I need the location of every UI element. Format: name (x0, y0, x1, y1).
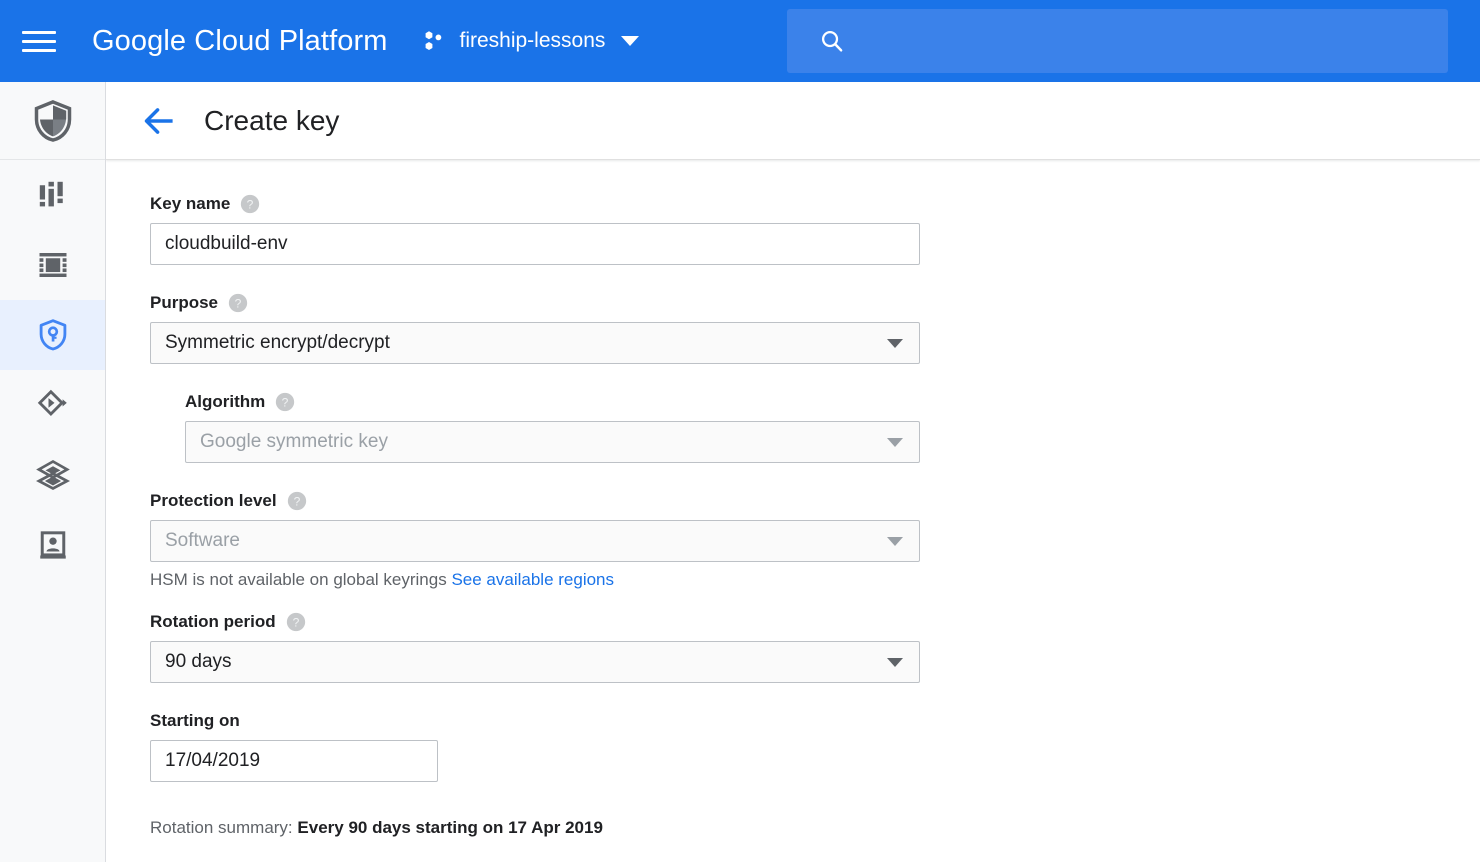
key-name-label: Key name (150, 194, 230, 214)
search-icon (819, 28, 845, 54)
starting-on-label-row: Starting on (150, 711, 1480, 731)
search-bar[interactable] (787, 9, 1448, 73)
hsm-availability-note: HSM is not available on global keyrings … (150, 570, 1480, 590)
rotation-period-select[interactable]: 90 days (150, 641, 920, 683)
algorithm-label-row: Algorithm ? (185, 392, 1480, 412)
security-section-header[interactable] (0, 82, 105, 160)
help-circle-icon[interactable]: ? (275, 392, 295, 412)
protection-level-selected-value: Software (151, 530, 240, 552)
rotation-summary-label: Rotation summary: (150, 818, 293, 837)
hamburger-menu-icon[interactable] (8, 0, 70, 82)
protection-level-select: Software (150, 520, 920, 562)
purpose-label: Purpose (150, 293, 218, 313)
protection-level-label-row: Protection level ? (150, 491, 1480, 511)
svg-text:?: ? (293, 494, 300, 508)
hamburger-bars (22, 25, 56, 58)
layers-icon (35, 457, 71, 493)
rotation-summary-value: Every 90 days starting on 17 Apr 2019 (297, 818, 603, 837)
algorithm-selected-value: Google symmetric key (186, 431, 388, 453)
rotation-period-label: Rotation period (150, 612, 276, 632)
search-input[interactable] (863, 29, 1428, 53)
spacer (150, 463, 1480, 491)
sidebar-item-security-command-center[interactable] (0, 160, 105, 230)
product-nav-rail (0, 82, 106, 862)
protection-level-label: Protection level (150, 491, 277, 511)
purpose-label-row: Purpose ? (150, 293, 1480, 313)
project-dots-icon (423, 29, 447, 53)
hamburger-bar (22, 40, 56, 43)
hamburger-bar (22, 31, 56, 34)
see-available-regions-link[interactable]: See available regions (451, 570, 614, 589)
help-circle-icon[interactable]: ? (228, 293, 248, 313)
spacer (150, 364, 1480, 392)
scan-asset-icon (35, 247, 71, 283)
purpose-select[interactable]: Symmetric encrypt/decrypt (150, 322, 920, 364)
field-rotation-period: Rotation period ? 90 days (150, 612, 1480, 683)
sidebar-item-security-scanner[interactable] (0, 230, 105, 300)
help-circle-icon[interactable]: ? (287, 491, 307, 511)
identity-card-icon (36, 528, 70, 562)
algorithm-select: Google symmetric key (185, 421, 920, 463)
field-algorithm: Algorithm ? Google symmetric key (185, 392, 1480, 463)
data-loss-prevention-icon (35, 387, 71, 423)
field-purpose: Purpose ? Symmetric encrypt/decrypt (150, 293, 1480, 364)
field-starting-on: Starting on (150, 711, 1480, 782)
svg-text:?: ? (235, 296, 242, 310)
field-key-name: Key name ? (150, 194, 1480, 265)
security-shield-icon (31, 99, 75, 143)
dashboard-chart-icon (35, 177, 71, 213)
spacer (150, 265, 1480, 293)
sidebar-item-cryptographic-keys[interactable] (0, 300, 105, 370)
key-shield-icon (36, 318, 70, 352)
rotation-period-selected-value: 90 days (151, 651, 232, 673)
svg-text:?: ? (282, 395, 289, 409)
purpose-selected-value: Symmetric encrypt/decrypt (151, 332, 390, 354)
sidebar-item-identity-platform[interactable] (0, 510, 105, 580)
dropdown-caret-icon (887, 658, 903, 667)
starting-on-label: Starting on (150, 711, 240, 731)
create-key-form: Key name ? Purpose ? Symmetric encrypt/d… (106, 160, 1480, 838)
chevron-down-icon (621, 36, 639, 46)
brand-title[interactable]: Google Cloud Platform (92, 25, 387, 58)
main-content: Create key Key name ? Purpose ? (106, 82, 1480, 862)
algorithm-label: Algorithm (185, 392, 265, 412)
svg-text:?: ? (292, 615, 299, 629)
hamburger-bar (22, 49, 56, 52)
help-circle-icon[interactable]: ? (240, 194, 260, 214)
rotation-summary: Rotation summary: Every 90 days starting… (150, 818, 1480, 838)
top-app-bar: Google Cloud Platform fireship-lessons (0, 0, 1480, 82)
hsm-note-text: HSM is not available on global keyrings (150, 570, 447, 589)
rotation-period-label-row: Rotation period ? (150, 612, 1480, 632)
dropdown-caret-icon (887, 339, 903, 348)
svg-text:?: ? (247, 197, 254, 211)
key-name-label-row: Key name ? (150, 194, 1480, 214)
page-title: Create key (204, 105, 339, 137)
key-name-input[interactable] (150, 223, 920, 265)
sidebar-item-data-loss-prevention[interactable] (0, 370, 105, 440)
back-arrow-icon[interactable] (142, 103, 178, 139)
field-protection-level: Protection level ? Software HSM is not a… (150, 491, 1480, 590)
starting-on-input[interactable] (150, 740, 438, 782)
sidebar-item-beyondcorp-layers[interactable] (0, 440, 105, 510)
dropdown-caret-icon (887, 438, 903, 447)
spacer (150, 683, 1480, 711)
page-header-bar: Create key (106, 82, 1480, 160)
project-selector[interactable]: fireship-lessons (423, 16, 639, 66)
spacer (150, 590, 1480, 612)
dropdown-caret-icon (887, 537, 903, 546)
project-name-label: fireship-lessons (459, 29, 605, 53)
help-circle-icon[interactable]: ? (286, 612, 306, 632)
